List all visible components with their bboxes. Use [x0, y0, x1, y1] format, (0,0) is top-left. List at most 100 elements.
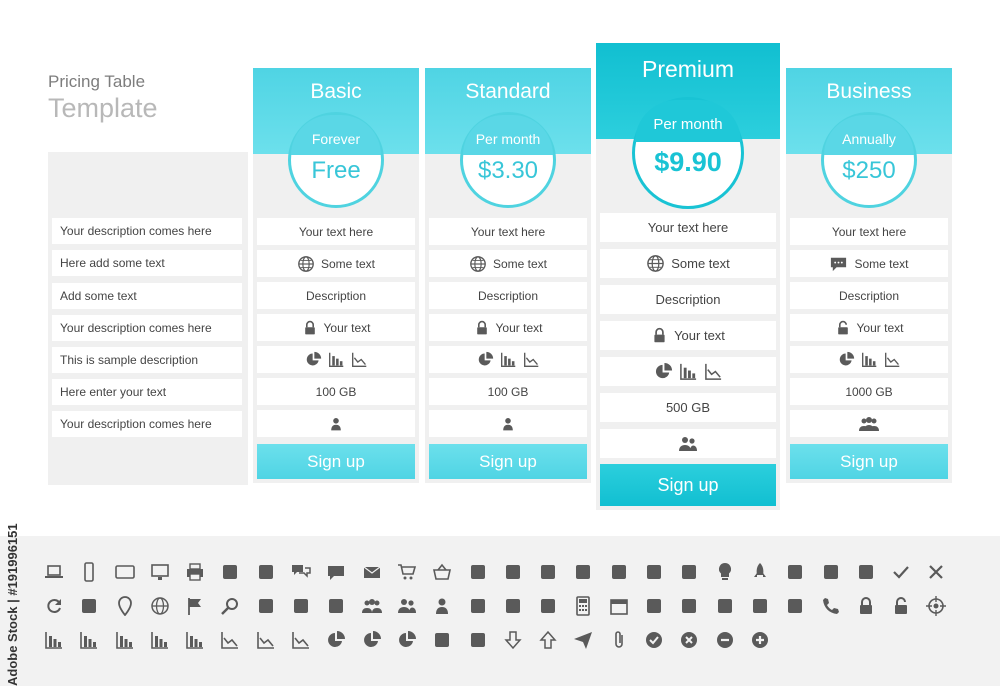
feature-row [429, 410, 587, 437]
feature-text: Your text here [470, 224, 546, 239]
tree-icon [468, 630, 488, 650]
flag-icon [188, 598, 202, 615]
feature-row [600, 357, 776, 386]
globe-icon [646, 254, 665, 273]
user-icon [432, 596, 452, 616]
description-row: Your description comes here [52, 411, 242, 437]
description-row: This is sample description [52, 347, 242, 373]
battery-icon [505, 599, 520, 613]
target-icon [926, 596, 947, 616]
description-panel: Your description comes here Here add som… [48, 152, 248, 485]
flask-icon [788, 565, 803, 579]
feature-row: Your text [600, 321, 776, 350]
bar-chart-icon [186, 632, 204, 649]
feature-text: Some text [492, 256, 548, 271]
graduation-cap-icon [821, 562, 841, 582]
pie-chart-icon [838, 351, 855, 368]
plan-name: Premium [641, 56, 734, 82]
phone-icon [79, 562, 99, 582]
bar-chart-icon [861, 351, 878, 368]
user-icon [500, 416, 516, 432]
books-icon [788, 599, 803, 613]
storage-text: 100 GB [315, 384, 357, 399]
books-icon [785, 596, 805, 616]
price-period: Per month [475, 131, 541, 147]
storage-text: 500 GB [665, 400, 711, 415]
feature-row: Your text [429, 314, 587, 341]
support-icon [258, 565, 273, 579]
plan-card-standard: Standard Per month $3.30 Your text here … [425, 68, 591, 483]
price-circle: Annually $250 [821, 112, 917, 208]
feature-row: Your text here [257, 218, 415, 245]
icon-set-grid [44, 562, 962, 650]
feature-row: Your text [790, 314, 948, 341]
feature-text: Your text [856, 320, 904, 335]
money-bag-icon [682, 565, 697, 579]
feature-row: Your text here [429, 218, 587, 245]
pie-chart-icon [326, 630, 346, 650]
pointing-hand-icon [82, 599, 97, 613]
pointing-hand-icon [79, 596, 99, 616]
cross-circle-icon [679, 630, 699, 650]
credit-card-icon [470, 565, 485, 579]
price-circle: Per month $9.90 [632, 97, 744, 209]
feature-row: Description [257, 282, 415, 309]
tablet-icon [114, 565, 135, 579]
feature-row [429, 346, 587, 373]
graduation-cap-icon [823, 565, 838, 579]
monitor-icon [150, 562, 170, 582]
box-icon [573, 562, 593, 582]
printer-icon [185, 562, 205, 582]
globe-icon [150, 596, 170, 616]
paperclip-icon [614, 631, 623, 648]
notebook-icon [541, 599, 556, 613]
chat-bubbles-icon [292, 565, 311, 578]
users-icon [397, 596, 417, 616]
unlock-icon [835, 320, 851, 336]
battery-icon [503, 596, 523, 616]
notebook-icon [538, 596, 558, 616]
piggy-bank-icon [647, 565, 662, 579]
feature-text: Description [477, 288, 539, 303]
flag-icon [185, 596, 205, 616]
feature-text: Some text [671, 256, 730, 271]
arrow-up-icon [539, 630, 557, 649]
sign-up-button[interactable]: Sign up [790, 444, 948, 479]
feature-text: Some text [320, 256, 376, 271]
feature-row: 100 GB [257, 378, 415, 405]
bar-chart-icon [115, 632, 133, 649]
org-chart-icon [435, 633, 450, 647]
plan-name: Basic [310, 80, 362, 103]
pie-chart-icon [362, 630, 382, 650]
magnifier-icon [221, 598, 239, 615]
sign-up-button[interactable]: Sign up [257, 444, 415, 479]
cash-icon [505, 565, 520, 579]
group-icon [858, 414, 880, 434]
signpost-icon [858, 565, 873, 579]
truck-icon [609, 562, 629, 582]
mouse-icon [220, 562, 240, 582]
line-chart-icon [523, 351, 540, 368]
plan-name: Standard [465, 80, 551, 103]
pie-chart-icon [363, 631, 381, 647]
feature-text: Your text [674, 328, 725, 343]
plan-card-basic: Basic Forever Free Your text here Some t… [253, 68, 419, 483]
description-row: Your description comes here [52, 315, 242, 341]
sign-up-button[interactable]: Sign up [429, 444, 587, 479]
price-value: $250 [842, 157, 896, 184]
document-icon [644, 596, 664, 616]
price-circle: Forever Free [288, 112, 384, 208]
line-chart-icon [220, 630, 240, 650]
sign-up-button[interactable]: Sign up [600, 464, 776, 506]
lock-icon [859, 597, 872, 614]
refresh-icon [47, 599, 61, 613]
lock-icon [302, 320, 318, 336]
plus-circle-icon [751, 632, 768, 648]
document-icon [647, 599, 662, 613]
cross-circle-icon [681, 632, 698, 648]
settings-badge-icon [294, 599, 309, 613]
line-chart-icon [704, 362, 723, 381]
globe-icon [297, 255, 315, 273]
feature-row: Your text [257, 314, 415, 341]
speech-bubble-icon [326, 562, 346, 582]
